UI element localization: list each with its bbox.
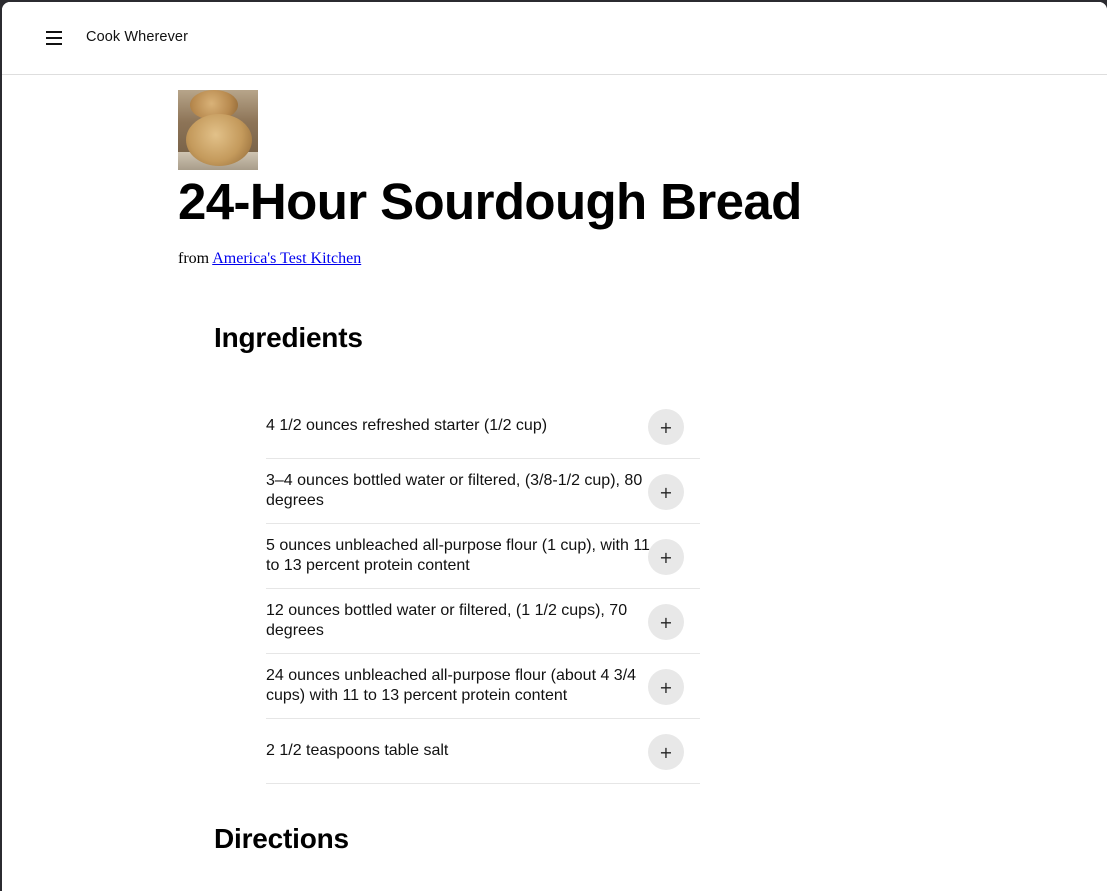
add-ingredient-button[interactable]: +	[648, 669, 684, 705]
ingredient-text: 24 ounces unbleached all-purpose flour (…	[266, 667, 637, 704]
add-ingredient-button[interactable]: +	[648, 409, 684, 445]
ingredient-text: 5 ounces unbleached all-purpose flour (1…	[266, 537, 650, 574]
plus-icon: +	[659, 677, 673, 697]
recipe-title: 24-Hour Sourdough Bread	[178, 173, 802, 230]
plus-icon: +	[659, 482, 673, 502]
source-link[interactable]: America's Test Kitchen	[212, 250, 361, 267]
hamburger-menu-icon[interactable]	[44, 28, 64, 48]
ingredient-item: 3–4 ounces bottled water or filtered, (3…	[266, 459, 700, 524]
directions-heading: Directions	[214, 823, 349, 854]
source-prefix: from	[178, 250, 213, 267]
plus-icon: +	[659, 547, 673, 567]
ingredient-text: 12 ounces bottled water or filtered, (1 …	[266, 602, 628, 639]
add-ingredient-button[interactable]: +	[648, 474, 684, 510]
ingredient-list: 4 1/2 ounces refreshed starter (1/2 cup)…	[266, 394, 700, 784]
plus-icon: +	[659, 417, 673, 437]
recipe-source: from America's Test Kitchen	[178, 250, 361, 268]
recipe-thumbnail	[178, 90, 258, 170]
browser-window: Cook Wherever 24-Hour Sourdough Bread fr…	[2, 2, 1107, 891]
ingredients-heading: Ingredients	[214, 322, 363, 353]
ingredient-text: 4 1/2 ounces refreshed starter (1/2 cup)	[266, 417, 548, 434]
ingredient-item: 4 1/2 ounces refreshed starter (1/2 cup)…	[266, 394, 700, 459]
ingredient-item: 24 ounces unbleached all-purpose flour (…	[266, 654, 700, 719]
site-title[interactable]: Cook Wherever	[86, 29, 188, 45]
ingredient-text: 3–4 ounces bottled water or filtered, (3…	[266, 472, 643, 509]
add-ingredient-button[interactable]: +	[648, 604, 684, 640]
top-bar: Cook Wherever	[2, 2, 1107, 75]
add-ingredient-button[interactable]: +	[648, 539, 684, 575]
plus-icon: +	[659, 612, 673, 632]
ingredient-text: 2 1/2 teaspoons table salt	[266, 742, 449, 759]
ingredient-item: 5 ounces unbleached all-purpose flour (1…	[266, 524, 700, 589]
ingredient-item: 12 ounces bottled water or filtered, (1 …	[266, 589, 700, 654]
plus-icon: +	[659, 742, 673, 762]
add-ingredient-button[interactable]: +	[648, 734, 684, 770]
ingredient-item: 2 1/2 teaspoons table salt +	[266, 719, 700, 784]
